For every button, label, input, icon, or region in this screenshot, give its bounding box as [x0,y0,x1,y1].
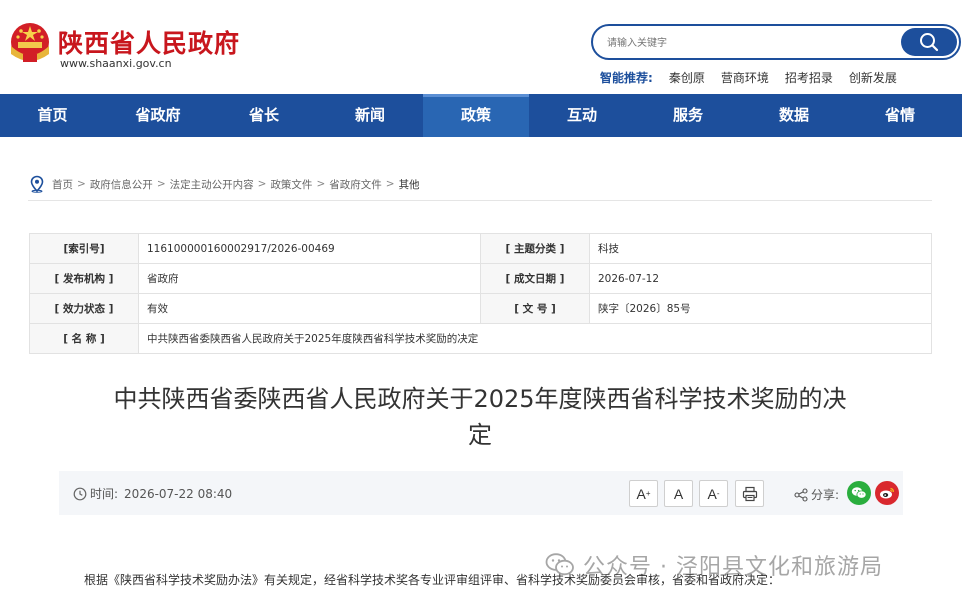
topic-label: [ 主题分类 ] [480,233,590,264]
wechat-icon [851,487,867,499]
breadcrumb-separator: > [385,178,395,190]
site-url: www.shaanxi.gov.cn [60,57,172,70]
share-icon [794,487,808,502]
document-info-table: [索引号] 116100000160002917/2026-00469 [ 主题… [29,233,932,354]
recommend-item[interactable]: 招考招录 [785,69,833,86]
article-body-first-line: 根据《陕西省科学技术奖励办法》有关规定，经省科学技术奖各专业评审组评审、省科学技… [84,573,781,587]
breadcrumb-separator: > [316,178,326,190]
title-line: 定 [468,421,492,449]
weibo-icon [880,487,894,499]
recommend-item[interactable]: 秦创原 [669,69,705,86]
breadcrumb-link[interactable]: 省政府文件 [329,177,382,192]
date-value: 2026-07-12 [589,263,932,294]
name-label: [ 名 称 ] [29,323,139,354]
date-label: [ 成文日期 ] [480,263,590,294]
docno-value: 陕字〔2026〕85号 [589,293,932,324]
share-label: 分享: [811,488,840,502]
docno-label: [ 文 号 ] [480,293,590,324]
breadcrumb-separator: > [257,178,267,190]
search-box [591,24,961,60]
clock-icon [73,487,87,500]
site-title[interactable]: 陕西省人民政府 [58,24,240,60]
nav-item-policy[interactable]: 政策 [423,94,529,137]
nav-item-data[interactable]: 数据 [741,94,847,137]
nav-item-governor[interactable]: 省长 [211,94,317,137]
font-decrease-button[interactable]: A- [699,480,728,507]
site-header: 陕西省人民政府 www.shaanxi.gov.cn 智能推荐: 秦创原 营商环… [0,0,962,94]
topic-value: 科技 [589,233,932,264]
nav-item-province[interactable]: 省情 [847,94,953,137]
share-weibo-button[interactable] [875,481,899,505]
breadcrumb-link[interactable]: 法定主动公开内容 [170,177,254,192]
status-label: [ 效力状态 ] [29,293,139,324]
nav-item-news[interactable]: 新闻 [317,94,423,137]
recommend-item[interactable]: 创新发展 [849,69,897,86]
breadcrumb-link[interactable]: 政策文件 [270,177,312,192]
font-normal-button[interactable]: A [664,480,693,507]
national-emblem-icon [11,23,49,62]
table-row: [ 效力状态 ] 有效 [ 文 号 ] 陕字〔2026〕85号 [29,293,932,324]
font-decrease-label: A [707,485,717,502]
main-nav: 首页 省政府 省长 新闻 政策 互动 服务 数据 省情 [0,94,962,137]
search-button[interactable] [901,28,957,56]
table-row: [ 名 称 ] 中共陕西省委陕西省人民政府关于2025年度陕西省科学技术奖励的决… [29,323,932,354]
breadcrumb-separator: > [77,178,86,190]
name-value: 中共陕西省委陕西省人民政府关于2025年度陕西省科学技术奖励的决定 [138,323,932,354]
time-label: 时间: [90,487,119,501]
table-row: [索引号] 116100000160002917/2026-00469 [ 主题… [29,233,932,264]
document-title: 中共陕西省委陕西省人民政府关于2025年度陕西省科学技术奖励的决 定 [80,381,880,453]
table-row: [ 发布机构 ] 省政府 [ 成文日期 ] 2026-07-12 [29,263,932,294]
status-value: 有效 [138,293,481,324]
index-label: [索引号] [29,233,139,264]
issuer-value: 省政府 [138,263,481,294]
recommend-label: 智能推荐: [600,71,653,85]
nav-item-government[interactable]: 省政府 [105,94,211,137]
nav-item-interaction[interactable]: 互动 [529,94,635,137]
share-label-wrap: 分享: [794,486,839,503]
time-value: 2026-07-22 08:40 [124,486,233,501]
search-input[interactable] [607,33,887,53]
page: 陕西省人民政府 www.shaanxi.gov.cn 智能推荐: 秦创原 营商环… [0,0,962,604]
plus-icon: + [645,489,651,498]
publish-time: 时间: 2026-07-22 08:40 [73,485,232,502]
title-line: 中共陕西省委陕西省人民政府关于2025年度陕西省科学技术奖励的决 [113,385,847,413]
breadcrumb: 首页 > 政府信息公开 > 法定主动公开内容 > 政策文件 > 省政府文件 > … [28,175,420,193]
breadcrumb-separator: > [156,178,166,190]
article-toolbar: 时间: 2026-07-22 08:40 A + A A- 分享: [59,471,903,515]
breadcrumb-link[interactable]: 政府信息公开 [90,177,153,192]
nav-item-service[interactable]: 服务 [635,94,741,137]
breadcrumb-divider [28,200,932,201]
font-increase-label: A [636,485,646,502]
font-increase-button[interactable]: A + [629,480,658,507]
breadcrumb-link[interactable]: 首页 [52,177,73,192]
share-wechat-button[interactable] [847,481,871,505]
font-normal-label: A [673,485,684,502]
index-value: 116100000160002917/2026-00469 [138,233,481,264]
printer-icon [742,486,757,501]
location-pin-icon [30,175,44,193]
issuer-label: [ 发布机构 ] [29,263,139,294]
recommend-item[interactable]: 营商环境 [721,69,769,86]
smart-recommend: 智能推荐: 秦创原 营商环境 招考招录 创新发展 [600,69,897,86]
breadcrumb-current: 其他 [398,178,420,191]
search-icon [920,33,939,52]
minus-icon: - [716,489,720,498]
nav-item-home[interactable]: 首页 [0,94,105,137]
print-button[interactable] [735,480,764,507]
